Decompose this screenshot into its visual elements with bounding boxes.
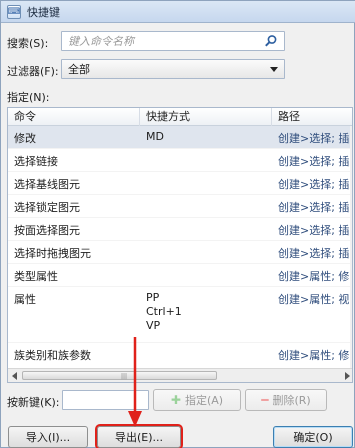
scroll-right-icon[interactable] bbox=[345, 372, 350, 380]
title-bar: ⌨ 快捷键 bbox=[1, 1, 355, 23]
plus-icon: ✚ bbox=[170, 393, 181, 407]
table-row[interactable]: 类型属性 创建>属性; 修改>属 bbox=[8, 264, 352, 287]
vertical-scrollbar[interactable] bbox=[350, 126, 352, 370]
row-path: 创建>选择; 插入>选 bbox=[278, 201, 352, 214]
row-path: 创建>选择; 插入>选 bbox=[278, 132, 352, 145]
assign-button-label: 指定(A) bbox=[184, 394, 224, 407]
table-row[interactable]: 修改 MD 创建>选择; 插入>选 bbox=[8, 126, 352, 149]
filter-select[interactable]: 全部 bbox=[61, 59, 285, 79]
minus-icon: ━ bbox=[261, 393, 269, 407]
shortcut-dialog: ⌨ 快捷键 搜索(S): 键入命令名称 过滤器(F): 全部 指定(N): 命令… bbox=[0, 0, 355, 448]
filter-value: 全部 bbox=[68, 63, 90, 76]
row-command: 选择链接 bbox=[14, 155, 58, 168]
search-input[interactable]: 键入命令名称 bbox=[61, 31, 285, 51]
column-header-path[interactable]: 路径 bbox=[272, 108, 352, 126]
search-icon[interactable] bbox=[264, 34, 278, 48]
horizontal-scrollbar[interactable]: ||| bbox=[8, 368, 352, 382]
row-command: 选择基线图元 bbox=[14, 178, 80, 191]
row-path: 创建>选择; 插入>选 bbox=[278, 247, 352, 260]
column-header-command[interactable]: 命令 bbox=[8, 108, 140, 126]
scroll-left-icon[interactable] bbox=[12, 372, 17, 380]
table-row[interactable]: 族类别和族参数 创建>属性; 修改>属 bbox=[8, 343, 352, 364]
ok-button-label: 确定(O) bbox=[293, 431, 333, 444]
search-label: 搜索(S): bbox=[7, 37, 49, 50]
window-title: 快捷键 bbox=[27, 5, 60, 19]
row-path: 创建>属性; 修改>属 bbox=[278, 270, 352, 283]
table-row[interactable]: 选择链接 创建>选择; 插入>选 bbox=[8, 149, 352, 172]
search-placeholder: 键入命令名称 bbox=[68, 35, 134, 48]
scrollbar-thumb[interactable]: ||| bbox=[22, 371, 217, 380]
row-command: 属性 bbox=[14, 293, 36, 306]
row-path: 创建>属性; 视图>窗 bbox=[278, 293, 352, 306]
row-path: 创建>选择; 插入>选 bbox=[278, 178, 352, 191]
import-button[interactable]: 导入(I)... bbox=[8, 426, 88, 448]
remove-button-label: 删除(R) bbox=[272, 394, 311, 407]
new-key-label: 按新键(K): bbox=[7, 396, 60, 409]
chevron-down-icon bbox=[270, 67, 278, 72]
ok-button[interactable]: 确定(O) bbox=[273, 426, 353, 448]
assign-button[interactable]: ✚ 指定(A) bbox=[153, 389, 241, 411]
table-header: 命令 快捷方式 路径 bbox=[8, 108, 352, 126]
table-body: 修改MD创建>选择; 插入>选选择链接创建>选择; 插入>选选择基线图元创建>选… bbox=[8, 126, 352, 364]
row-path: 创建>属性; 修改>属 bbox=[278, 349, 352, 362]
import-button-label: 导入(I)... bbox=[25, 431, 71, 444]
export-button-label: 导出(E)... bbox=[114, 431, 164, 444]
column-header-shortcut[interactable]: 快捷方式 bbox=[140, 108, 272, 126]
app-icon: ⌨ bbox=[7, 4, 21, 19]
remove-button[interactable]: ━ 删除(R) bbox=[245, 389, 327, 411]
shortcut-table: 命令 快捷方式 路径 修改MD创建>选择; 插入>选选择链接创建>选择; 插入>… bbox=[7, 107, 353, 383]
row-shortcut: PP Ctrl+1 VP bbox=[146, 291, 182, 332]
annotation-arrow-icon bbox=[128, 337, 142, 427]
export-button[interactable]: 导出(E)... bbox=[95, 424, 183, 448]
table-row[interactable]: 按面选择图元 创建>选择; 插入>选 bbox=[8, 218, 352, 241]
row-shortcut: MD bbox=[146, 130, 164, 143]
row-command: 选择时拖拽图元 bbox=[14, 247, 91, 260]
row-command: 类型属性 bbox=[14, 270, 58, 283]
table-row[interactable]: 选择时拖拽图元 创建>选择; 插入>选 bbox=[8, 241, 352, 264]
filter-label: 过滤器(F): bbox=[7, 65, 59, 78]
row-command: 按面选择图元 bbox=[14, 224, 80, 237]
row-command: 修改 bbox=[14, 132, 36, 145]
row-command: 选择锁定图元 bbox=[14, 201, 80, 214]
row-command: 族类别和族参数 bbox=[14, 349, 91, 362]
row-path: 创建>选择; 插入>选 bbox=[278, 155, 352, 168]
table-row[interactable]: 选择锁定图元 创建>选择; 插入>选 bbox=[8, 195, 352, 218]
assign-list-label: 指定(N): bbox=[7, 91, 50, 104]
table-row[interactable]: 选择基线图元 创建>选择; 插入>选 bbox=[8, 172, 352, 195]
row-path: 创建>选择; 插入>选 bbox=[278, 224, 352, 237]
table-row[interactable]: 属性 PP Ctrl+1 VP 创建>属性; 视图>窗 bbox=[8, 287, 352, 343]
